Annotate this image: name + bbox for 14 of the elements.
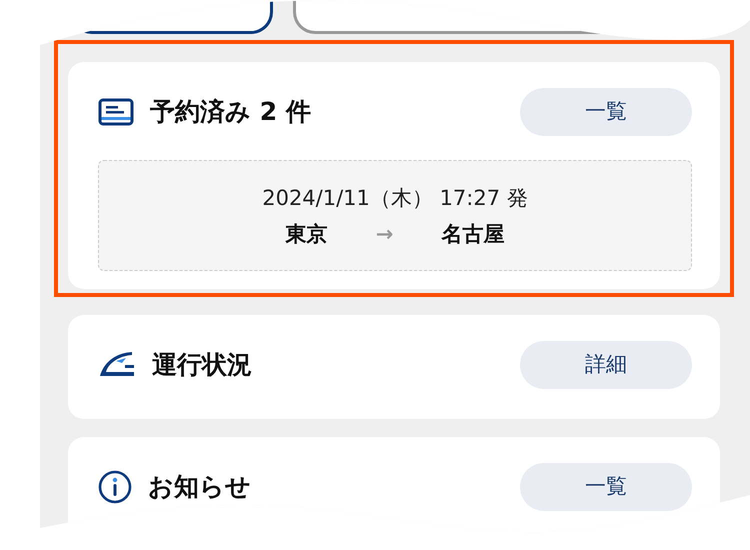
section-title: 予約済み 2 件	[150, 96, 312, 128]
list-button[interactable]: 一覧	[520, 463, 692, 511]
train-icon	[98, 352, 136, 378]
ticket-icon	[98, 98, 134, 126]
info-icon	[98, 470, 132, 504]
section-title: 運行状況	[152, 349, 253, 382]
origin-station: 東京	[286, 220, 328, 248]
list-button[interactable]: 一覧	[520, 88, 692, 136]
destination-station: 名古屋	[441, 220, 504, 248]
departure-time: 2024/1/11（木） 17:27 発	[261, 185, 529, 212]
route-arrow: →	[376, 220, 394, 248]
reservation-panel[interactable]: 2024/1/11（木） 17:27 発 東京 → 名古屋	[98, 160, 692, 271]
section-title: お知らせ	[148, 471, 252, 504]
list-button[interactable]: 詳細	[520, 341, 692, 389]
